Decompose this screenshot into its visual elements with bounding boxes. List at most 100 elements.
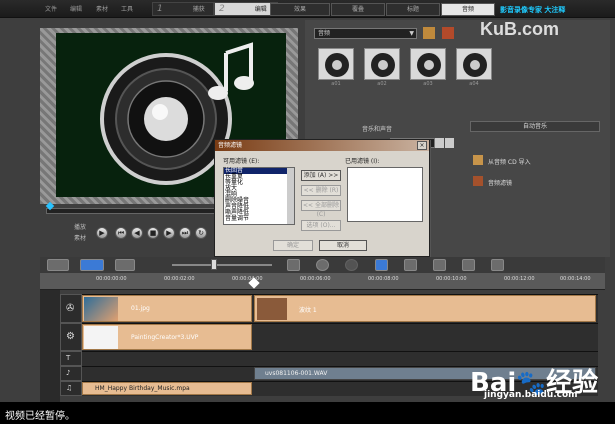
clip-thumbnail [84,326,118,349]
undo-icon[interactable] [316,259,329,271]
title-icon: T [66,354,71,362]
chapter-icon[interactable] [491,259,504,271]
audio-thumb-4[interactable] [456,48,492,80]
speaker-icon [463,53,487,77]
kub-watermark: KuB.com [480,19,560,39]
thumb-caption-1: a01 [331,81,341,87]
speaker-icon [417,53,441,77]
end-button[interactable]: ⏭ [179,227,191,239]
audio-thumb-1[interactable] [318,48,354,80]
thumb-caption-3: a03 [423,81,433,87]
redo-icon[interactable] [345,259,358,271]
audio-thumb-3[interactable] [410,48,446,80]
add-clip-icon[interactable] [442,27,454,39]
play-mode-label: 播放 [74,224,87,231]
step-capture[interactable]: 1 捕获 [152,2,214,16]
menu-file[interactable]: 文件 [45,4,57,13]
library-category-dropdown[interactable]: 音频 ▼ [314,28,417,39]
music-clip[interactable]: HM_Happy Birthday_Music.mpa [82,382,252,395]
repeat-button[interactable]: ↻ [195,227,207,239]
title-track-head: T [60,351,82,366]
menu-edit[interactable]: 编辑 [70,4,82,13]
prev-frame-button[interactable]: ◀ [131,227,143,239]
ruler-tick: 00:00:08:00 [368,276,399,282]
video-clip-2[interactable]: 波纹 1 [254,295,596,322]
record-icon[interactable] [375,259,388,271]
available-label: 可用滤镜 (E): [223,158,260,165]
film-reel-icon: ✇ [66,303,75,314]
remove-all-button[interactable]: << 全部删除 (C) [301,200,341,218]
next-frame-button[interactable]: ▶ [163,227,175,239]
overlay-icon: ⚙ [66,331,75,342]
add-filter-button[interactable]: 添加 (A) >> [301,170,341,181]
ruler-tick: 00:00:02:00 [164,276,195,282]
volume-dropdown[interactable] [445,138,454,148]
list-scrollbar[interactable] [287,168,294,224]
baidu-url: jingyan.baidu.com [484,390,578,400]
music-section-label: 音乐和声音 [362,126,393,133]
track-manager-icon[interactable] [462,259,475,271]
clip-thumbnail [84,297,118,321]
tab-audio[interactable]: 音频 [441,3,495,16]
audio-settings-icon[interactable] [433,259,446,271]
overlay-track-head: ⚙ [60,323,82,351]
ruler-tick: 00:00:00:00 [96,276,127,282]
menu-clip[interactable]: 素材 [96,4,108,13]
list-item[interactable]: 音量调节 [224,216,294,222]
folder-icon[interactable] [423,27,435,39]
remove-filter-button[interactable]: << 删除 (R) [301,185,341,196]
volume-spinner[interactable] [435,138,444,148]
tab-overlay[interactable]: 覆叠 [331,3,385,16]
thumb-caption-2: a02 [377,81,387,87]
status-text: 视频已经暂停。 [5,411,75,422]
available-filters-list[interactable]: 长回音 长重复 等量化 放大 混响 删除噪音 声音降低 嘶声降低 音量调节 [223,167,295,225]
status-bar [0,404,615,424]
home-button[interactable]: ⏮ [115,227,127,239]
ruler-tick: 00:00:06:00 [300,276,331,282]
music-track-head: ♫ [60,381,82,396]
tab-effects[interactable]: 效果 [270,3,330,16]
audio-filter-icon [473,176,483,186]
stop-button[interactable]: ■ [147,227,159,239]
zoom-slider-handle[interactable] [211,259,217,270]
audio-thumb-2[interactable] [364,48,400,80]
audio-filter-dialog: 音频滤镜 × 可用滤镜 (E): 已用滤镜 (I): 长回音 长重复 等量化 放… [214,139,430,257]
thumb-caption-4: a04 [469,81,479,87]
speaker-icon [371,53,395,77]
audio-view-icon[interactable] [115,259,135,271]
close-icon[interactable]: × [417,141,427,150]
ruler-tick: 00:00:10:00 [436,276,467,282]
play-button[interactable]: ▶ [96,227,108,239]
speaker-icon [325,53,349,77]
mixer-icon[interactable] [404,259,417,271]
storyboard-view-icon[interactable] [47,259,69,271]
microphone-icon: ♪ [66,369,71,377]
overlay-clip[interactable]: PaintingCreator*3.UVP [82,324,252,350]
applied-filters-list[interactable] [347,167,423,222]
video-track-head: ✇ [60,294,82,323]
cancel-button[interactable]: 取消 [319,240,367,251]
video-editor-window: 文件 编辑 素材 工具 1 捕获 2 编辑 效果 覆叠 标题 音频 影音录像专家 大… [0,0,615,402]
auto-music-button[interactable]: 自动音乐 [470,121,600,132]
cd-icon [473,155,483,165]
tab-title[interactable]: 标题 [386,3,440,16]
video-clip-1[interactable]: 01.jpg [82,295,252,322]
voice-track-head: ♪ [60,366,82,381]
step-edit[interactable]: 2 编辑 [214,2,278,16]
zoom-slider[interactable] [172,264,272,266]
applied-label: 已用滤镜 (I): [345,158,380,165]
clip-thumbnail [257,298,287,320]
audio-filter-label[interactable]: 音频滤镜 [488,178,512,187]
ruler-tick: 00:00:14:00 [560,276,591,282]
options-button[interactable]: 选项 (O)... [301,220,341,231]
fit-project-icon[interactable] [287,259,300,271]
timeline-view-icon[interactable] [80,259,104,271]
dialog-title: 音频滤镜 [215,140,429,151]
ok-button[interactable]: 确定 [273,240,313,251]
cd-import-label[interactable]: 从音频 CD 导入 [488,157,531,166]
music-note-icon: ♫ [66,384,73,392]
chevron-down-icon: ▼ [409,30,414,37]
track-side-strip [40,290,60,402]
menu-tools[interactable]: 工具 [121,4,133,13]
clip-mode-label: 素材 [74,235,87,242]
